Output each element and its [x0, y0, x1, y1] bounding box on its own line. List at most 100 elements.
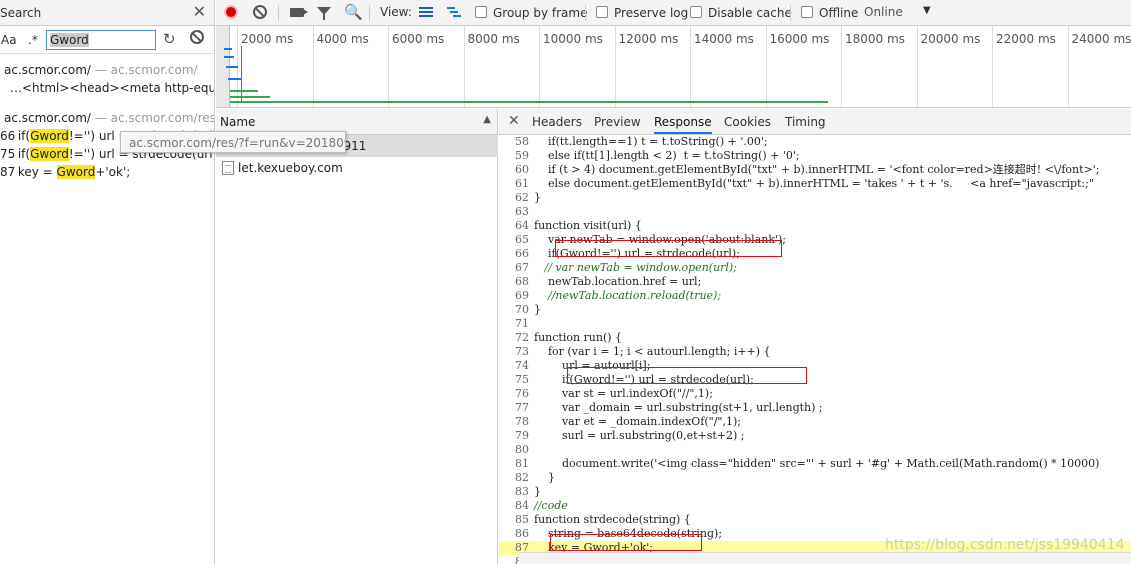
- code-line: 82 }: [499, 471, 1131, 485]
- capture-screenshots-icon[interactable]: [290, 8, 308, 17]
- code-text: var newTab = window.open('about:blank');: [534, 233, 787, 246]
- filter-icon[interactable]: [317, 7, 331, 20]
- toolbar-divider: [585, 5, 586, 21]
- horizontal-scrollbar[interactable]: [519, 552, 1131, 564]
- sort-ascending-icon[interactable]: ▲: [483, 114, 491, 125]
- timeline-request-bar: [230, 101, 828, 103]
- line-number: 58: [515, 135, 529, 148]
- code-line: 62}: [499, 191, 1131, 205]
- search-result-line[interactable]: 87 key = Gword+'ok';: [0, 165, 214, 183]
- code-text: if(tt.length==1) t = t.toString() + '.00…: [534, 135, 768, 148]
- regex-toggle[interactable]: .*: [28, 33, 38, 47]
- request-row[interactable]: let.kexueboy.com: [216, 157, 498, 179]
- match-case-toggle[interactable]: Aa: [1, 33, 17, 47]
- timeline-request-bar: [228, 78, 242, 80]
- timeline-request-bar: [226, 66, 238, 68]
- code-text: function run() {: [534, 331, 623, 344]
- search-result-group: ac.scmor.com/ — ac.scmor.com/ …<html><he…: [0, 63, 214, 99]
- network-toolbar: 🔍 View: Group by frame Preserve log Disa…: [216, 0, 1131, 26]
- code-line: 72 function run() {: [499, 331, 1131, 345]
- line-number: 85: [515, 513, 529, 526]
- timeline-tick: [690, 26, 691, 107]
- tab-timing[interactable]: Timing: [785, 115, 826, 129]
- code-line: 84 //code: [499, 499, 1131, 513]
- code-text: if(Gword!='') url = strdecode(url);: [534, 247, 740, 260]
- clear-icon[interactable]: [190, 30, 204, 44]
- code-text: surl = url.substring(0,et+st+2) ;: [534, 429, 745, 442]
- search-result-file[interactable]: ac.scmor.com/ — ac.scmor.com/: [0, 63, 214, 81]
- name-column-header[interactable]: Name: [220, 115, 255, 129]
- record-icon[interactable]: [224, 5, 238, 19]
- search-bar: Aa .* Gword ↻: [0, 26, 214, 54]
- clear-log-icon[interactable]: [253, 5, 267, 19]
- timeline-tick-label: 12000 ms: [618, 32, 679, 46]
- search-icon[interactable]: 🔍: [344, 3, 363, 21]
- timeline-tick: [916, 26, 918, 107]
- tab-cookies[interactable]: Cookies: [724, 115, 771, 129]
- response-code-view[interactable]: 58 if(tt.length==1) t = t.toString() + '…: [499, 135, 1131, 564]
- timeline-tick-label: 22000 ms: [996, 32, 1056, 46]
- line-number: 86: [515, 527, 529, 540]
- search-query-text: Gword: [50, 33, 89, 47]
- preserve-log-checkbox[interactable]: [596, 6, 608, 18]
- throttling-select[interactable]: Online: [864, 5, 903, 19]
- code-line: 65 var newTab = window.open('about:blank…: [499, 233, 1131, 247]
- refresh-icon[interactable]: ↻: [163, 30, 176, 48]
- code-line: 61 else document.getElementById("txt" + …: [499, 177, 1131, 191]
- chevron-down-icon[interactable]: ▼: [923, 5, 931, 16]
- timeline-tick: [539, 26, 540, 107]
- line-number: 68: [515, 275, 529, 288]
- line-number: 74: [515, 359, 529, 372]
- disable-cache-checkbox[interactable]: [690, 6, 702, 18]
- timeline-tick-label: 16000 ms: [769, 32, 830, 46]
- code-line: 60 if (t > 4) document.getElementById("t…: [499, 163, 1131, 177]
- timeline-tick: [765, 26, 767, 107]
- code-line: 75 if(Gword!='') url = strdecode(url);: [499, 373, 1131, 387]
- timeline-tick: [992, 26, 993, 107]
- line-number: 75: [515, 373, 529, 386]
- code-line: 74 url = autourl[i];: [499, 359, 1131, 373]
- tab-preview[interactable]: Preview: [594, 115, 641, 129]
- group-by-frame-checkbox[interactable]: [475, 6, 487, 18]
- close-icon[interactable]: ✕: [508, 113, 520, 129]
- document-icon: [222, 161, 234, 175]
- line-number: 84: [515, 499, 529, 512]
- line-number: 73: [515, 345, 529, 358]
- large-rows-icon[interactable]: [419, 7, 433, 18]
- tab-response[interactable]: Response: [654, 115, 712, 134]
- code-line: 59 else if(tt[1].length < 2) t = t.toStr…: [499, 149, 1131, 163]
- offline-checkbox[interactable]: [801, 6, 813, 18]
- code-line: 79 surl = url.substring(0,et+st+2) ;: [499, 429, 1131, 443]
- request-name: let.kexueboy.com: [238, 161, 343, 175]
- code-line: 80: [499, 443, 1131, 457]
- code-text: // var newTab = window.open(url);: [534, 261, 737, 274]
- overview-icon[interactable]: [447, 7, 463, 18]
- code-line: 83}: [499, 485, 1131, 499]
- code-text: //newTab.location.reload(true);: [534, 289, 722, 302]
- view-label: View:: [380, 5, 412, 19]
- close-search-icon[interactable]: ✕: [193, 3, 206, 21]
- line-number: 69: [515, 289, 529, 302]
- search-input[interactable]: Gword: [46, 30, 156, 50]
- code-text: }: [534, 471, 555, 484]
- search-result-line[interactable]: …<html><head><meta http-equiv…: [0, 81, 214, 99]
- search-result-file[interactable]: ac.scmor.com/ — ac.scmor.com/res/?…: [0, 111, 214, 129]
- timeline-overview[interactable]: 2000 ms 4000 ms 6000 ms 8000 ms 10000 ms 1200…: [216, 26, 1131, 108]
- code-text: document.write('<img class="hidden" src=…: [534, 457, 1100, 470]
- timeline-tick-label: 6000 ms: [392, 32, 445, 46]
- code-text: url = autourl[i];: [534, 359, 651, 372]
- code-text: string = base64decode(string);: [534, 527, 723, 540]
- line-number: 65: [515, 233, 529, 246]
- search-title: Search: [0, 6, 42, 20]
- search-panel: Search ✕ Aa .* Gword ↻ ac.scmor.com/ — a…: [0, 0, 215, 564]
- tab-headers[interactable]: Headers: [532, 115, 582, 129]
- code-text: function visit(url) {: [534, 219, 642, 232]
- line-number: 71: [515, 317, 529, 330]
- timeline-request-bar: [230, 96, 270, 98]
- timeline-tick: [841, 26, 842, 107]
- code-line: 58 if(tt.length==1) t = t.toString() + '…: [499, 135, 1131, 149]
- toolbar-divider: [278, 5, 279, 21]
- code-line: 67 // var newTab = window.open(url);: [499, 261, 1131, 275]
- code-text: }: [534, 191, 541, 204]
- code-text: var et = _domain.indexOf("/",1);: [534, 415, 741, 428]
